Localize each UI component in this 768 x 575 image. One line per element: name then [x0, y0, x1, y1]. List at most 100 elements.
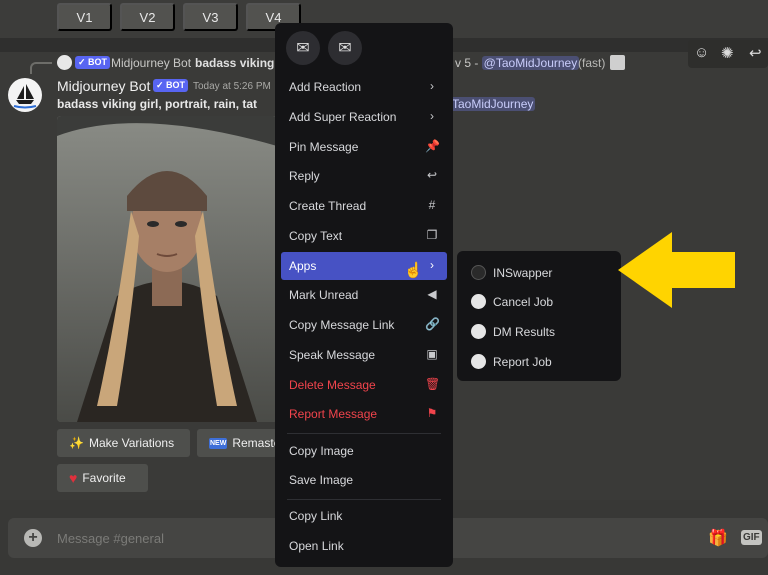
midjourney-avatar — [471, 294, 486, 309]
chevron-right-icon: › — [430, 258, 434, 272]
menu-item-copy-message-link[interactable]: Copy Message Link 🔗 — [281, 311, 447, 339]
plus-icon[interactable]: + — [24, 529, 42, 547]
menu-item-label: Pin Message — [289, 140, 359, 154]
menu-item-label: Reply — [289, 169, 320, 183]
favorite-label: Favorite — [82, 471, 126, 485]
app-inswapper[interactable]: INSwapper — [463, 259, 615, 287]
midjourney-avatar — [471, 354, 486, 369]
reference-bot-tag: ✓ BOT — [75, 56, 111, 69]
menu-item-add-reaction[interactable]: Add Reaction › — [281, 73, 447, 101]
reply-connector — [30, 62, 52, 74]
trash-icon: 🗑 — [425, 377, 441, 391]
link-icon: 🔗 — [425, 317, 440, 331]
favorite-button[interactable]: ♥ Favorite — [57, 464, 148, 492]
menu-item-label: Mark Unread — [289, 288, 359, 302]
menu-item-add-super-reaction[interactable]: Add Super Reaction › — [281, 103, 447, 131]
chevron-right-icon: › — [430, 109, 434, 123]
reference-tail: v 5 - @TaoMidJourney — [455, 56, 580, 70]
open-envelope-icon[interactable]: ✉ — [328, 31, 362, 65]
menu-item-delete-message[interactable]: Delete Message 🗑 — [281, 371, 447, 399]
quick-actions: ✉ ✉ — [275, 23, 453, 73]
menu-item-label: Add Super Reaction — [289, 110, 397, 124]
speak-icon: ▣ — [426, 347, 438, 361]
midjourney-avatar — [471, 324, 486, 339]
bot-avatar[interactable] — [8, 78, 42, 112]
inswapper-avatar — [471, 265, 486, 280]
envelope-icon[interactable]: ✉ — [286, 31, 320, 65]
menu-item-reply[interactable]: Reply ↩ — [281, 162, 447, 190]
v2-button[interactable]: V2 — [120, 3, 175, 31]
heart-icon: ♥ — [69, 470, 78, 486]
app-label: Cancel Job — [493, 295, 554, 309]
super-reaction-icon[interactable]: ✺ — [721, 44, 734, 62]
menu-separator — [287, 499, 441, 500]
image-icon[interactable] — [610, 55, 625, 70]
hand-cursor-icon: ☝ — [404, 262, 423, 279]
magic-wand-icon: ✨ — [69, 436, 84, 450]
pin-icon: 📌 — [425, 139, 440, 153]
app-report-job[interactable]: Report Job — [463, 348, 615, 376]
v3-button[interactable]: V3 — [183, 3, 238, 31]
chevron-right-icon: › — [430, 79, 434, 93]
reference-avatar[interactable] — [57, 55, 72, 70]
yellow-arrow-icon — [618, 232, 735, 308]
menu-item-label: Copy Message Link — [289, 318, 395, 332]
app-dm-results[interactable]: DM Results — [463, 318, 615, 346]
reply-icon[interactable]: ↩ — [749, 44, 762, 62]
v1-button[interactable]: V1 — [57, 3, 112, 31]
menu-item-label: Create Thread — [289, 199, 367, 213]
generated-image[interactable] — [57, 116, 277, 422]
reference-tail-text: v 5 - — [455, 56, 482, 70]
menu-item-label: Copy Text — [289, 229, 343, 243]
app-label: DM Results — [493, 325, 556, 339]
copy-icon: ❐ — [426, 228, 438, 242]
prompt-mention[interactable]: TaoMidJourney — [450, 97, 536, 111]
menu-item-save-image[interactable]: Save Image — [281, 466, 447, 494]
reference-author[interactable]: Midjourney Bot — [111, 56, 191, 70]
remaster-label: Remaste — [232, 436, 281, 450]
message-timestamp: Today at 5:26 PM — [193, 81, 271, 92]
bot-tag: ✓ BOT — [153, 79, 189, 92]
speed-label: (fast) — [578, 56, 606, 70]
thread-icon: # — [428, 198, 436, 212]
menu-item-label: Copy Image — [289, 444, 354, 458]
apps-submenu: INSwapper Cancel Job DM Results Report J… — [457, 251, 621, 381]
app-cancel-job[interactable]: Cancel Job — [463, 288, 615, 316]
menu-item-label: Add Reaction — [289, 80, 362, 94]
add-reaction-icon[interactable]: ☺ — [694, 44, 709, 61]
message-placeholder[interactable]: Message #general — [57, 531, 164, 546]
make-variations-button[interactable]: ✨ Make Variations — [57, 429, 190, 457]
menu-item-copy-link[interactable]: Copy Link — [281, 502, 447, 530]
context-menu: ✉ ✉ Add Reaction › Add Super Reaction › Pi… — [275, 23, 453, 567]
menu-item-mark-unread[interactable]: Mark Unread ◀ — [281, 281, 447, 309]
menu-item-report-message[interactable]: Report Message ⚑ — [281, 400, 447, 428]
menu-item-pin-message[interactable]: Pin Message 📌 — [281, 133, 447, 161]
menu-item-open-link[interactable]: Open Link — [281, 532, 447, 560]
menu-item-label: Report Message — [289, 407, 378, 421]
new-badge: NEW — [209, 437, 228, 449]
gif-icon[interactable]: GIF — [741, 530, 762, 545]
app-label: Report Job — [493, 355, 552, 369]
remaster-button[interactable]: NEW Remaste — [197, 429, 281, 457]
menu-item-create-thread[interactable]: Create Thread # — [281, 192, 447, 220]
menu-item-label: Delete Message — [289, 378, 376, 392]
menu-separator — [287, 433, 441, 434]
reply-icon: ↩ — [426, 168, 438, 182]
menu-item-label: Copy Link — [289, 509, 343, 523]
menu-item-copy-image[interactable]: Copy Image — [281, 437, 447, 465]
menu-item-label: Open Link — [289, 539, 344, 553]
menu-item-label: Save Image — [289, 473, 354, 487]
make-variations-label: Make Variations — [88, 436, 175, 450]
gift-icon[interactable]: 🎁 — [708, 528, 728, 548]
menu-item-copy-text[interactable]: Copy Text ❐ — [281, 222, 447, 250]
reference-mention[interactable]: @TaoMidJourney — [481, 56, 580, 70]
menu-item-speak-message[interactable]: Speak Message ▣ — [281, 341, 447, 369]
reference-text[interactable]: badass viking g — [195, 56, 285, 70]
mark-unread-icon: ◀ — [427, 287, 437, 301]
message-prompt: badass viking girl, portrait, rain, tat — [57, 97, 258, 111]
app-label: INSwapper — [493, 266, 553, 280]
flag-icon: ⚑ — [426, 406, 438, 420]
message-author[interactable]: Midjourney Bot — [57, 78, 150, 94]
menu-item-label: Speak Message — [289, 348, 376, 362]
menu-item-label: Apps — [289, 259, 317, 273]
